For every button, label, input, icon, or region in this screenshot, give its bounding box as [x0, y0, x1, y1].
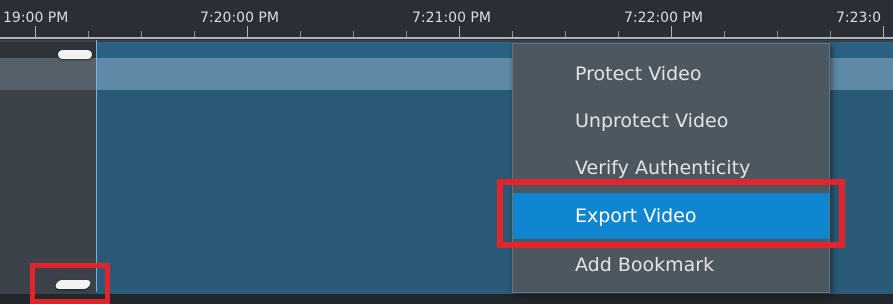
ruler-minor-tick — [777, 31, 778, 37]
time-label: 7:21:00 PM — [412, 10, 491, 26]
ruler-minor-tick — [353, 31, 354, 37]
ruler-minor-tick — [406, 31, 407, 37]
ruler-minor-tick — [512, 31, 513, 37]
ruler-major-tick — [883, 26, 884, 37]
ruler-major-tick — [459, 26, 460, 37]
time-label: 7:20:00 PM — [200, 10, 279, 26]
time-label: 7:22:00 PM — [624, 10, 703, 26]
playhead-line[interactable] — [96, 40, 97, 292]
range-start-handle-top[interactable] — [58, 50, 92, 59]
annotation-highlight-export — [497, 179, 845, 248]
video-thumbnail-strip — [0, 294, 893, 304]
time-label: 7:23:0 — [836, 10, 882, 26]
ruler-major-tick — [671, 26, 672, 37]
ruler-minor-tick — [141, 31, 142, 37]
context-menu: Protect Video Unprotect Video Verify Aut… — [512, 43, 830, 293]
menu-item-protect-video[interactable]: Protect Video — [513, 51, 829, 97]
annotation-highlight-handle — [30, 263, 110, 304]
ruler-minor-tick — [194, 31, 195, 37]
menu-item-unprotect-video[interactable]: Unprotect Video — [513, 98, 829, 144]
time-label: 19:00 PM — [3, 10, 69, 26]
ruler-minor-tick — [88, 31, 89, 37]
ruler-minor-tick — [618, 31, 619, 37]
ruler-minor-tick — [724, 31, 725, 37]
ruler-major-tick — [35, 26, 36, 37]
timeline-ruler[interactable]: 19:00 PM 7:20:00 PM 7:21:00 PM 7:22:00 P… — [0, 0, 893, 40]
ruler-minor-tick — [830, 31, 831, 37]
ruler-line — [0, 37, 893, 39]
ruler-major-tick — [247, 26, 248, 37]
menu-item-add-bookmark[interactable]: Add Bookmark — [513, 242, 829, 288]
ruler-minor-tick — [565, 31, 566, 37]
ruler-minor-tick — [300, 31, 301, 37]
